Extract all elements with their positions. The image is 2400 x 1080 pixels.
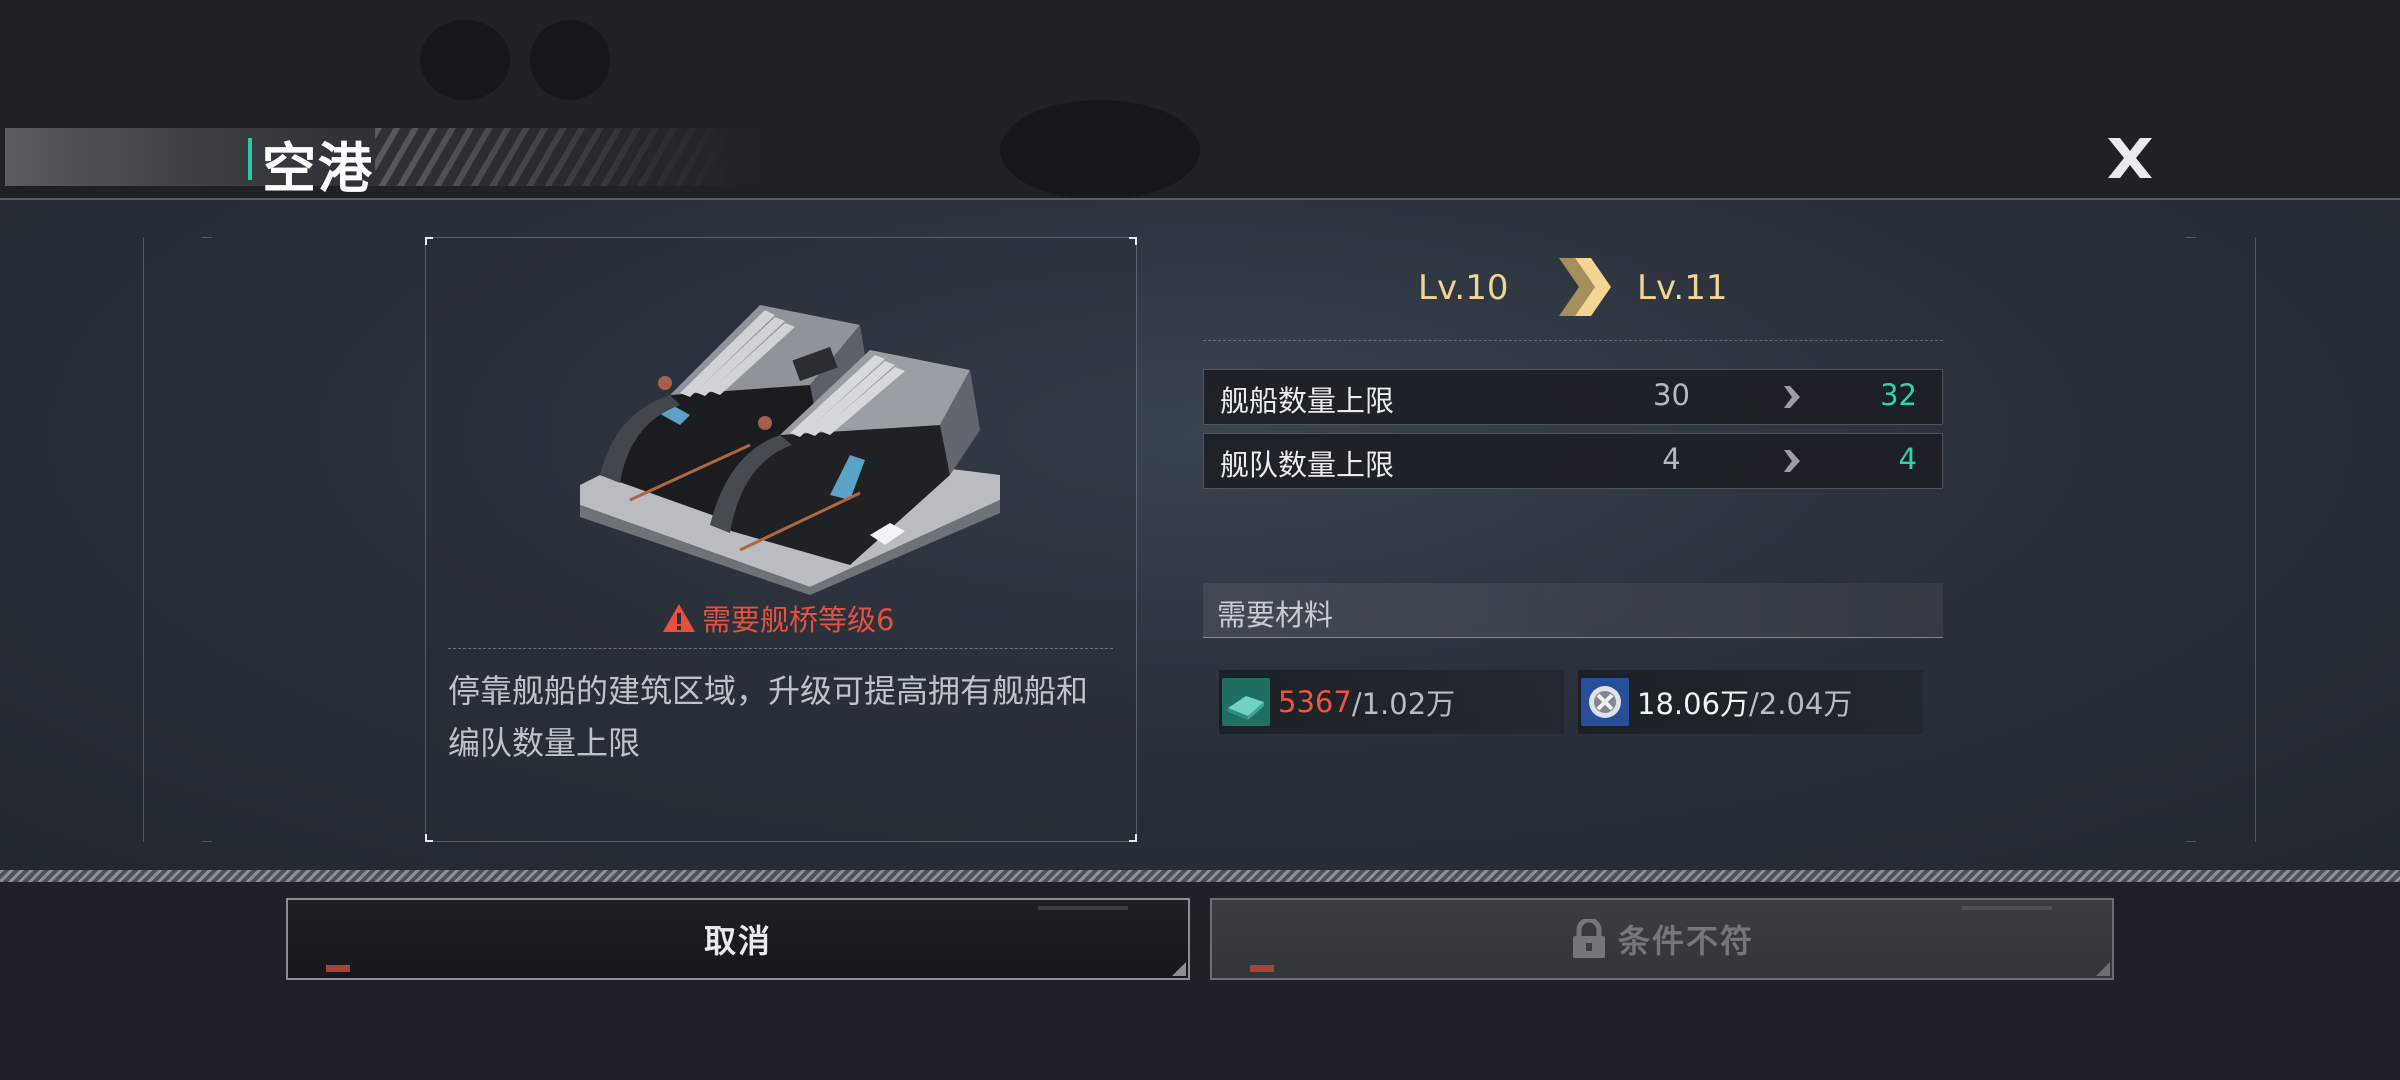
building-description: 停靠舰船的建筑区域，升级可提高拥有舰船和编队数量上限 [448, 672, 1089, 762]
materials-header-label: 需要材料 [1217, 598, 1334, 632]
stat-current-value: 4 [1662, 442, 1681, 476]
lock-icon [1572, 919, 1605, 958]
stat-next-value: 4 [1898, 442, 1917, 476]
page-title: 空港 [262, 137, 374, 200]
warning-icon [663, 604, 695, 632]
level-next: Lv.11 [1637, 268, 1728, 308]
cancel-button[interactable]: 取消 [286, 898, 1190, 980]
upgrade-panel [0, 198, 2400, 870]
double-chevron-right-icon [1559, 258, 1611, 316]
stat-label: 舰船数量上限 [1220, 384, 1395, 418]
disabled-button-label: 条件不符 [1617, 922, 1754, 960]
close-icon [2108, 138, 2152, 178]
title-accent [248, 138, 252, 180]
cancel-button-label: 取消 [703, 922, 772, 960]
close-button[interactable] [2100, 128, 2160, 188]
material-item[interactable]: 5367 /1.02万 [1219, 670, 1564, 734]
frame-line-right [2255, 237, 2256, 842]
frame-tick [202, 237, 212, 238]
frame-line-left [143, 237, 144, 842]
stat-row-fleet-limit: 舰队数量上限 4 4 [1203, 433, 1943, 489]
divider [448, 648, 1113, 649]
ore-material-icon [1222, 678, 1270, 726]
chevron-right-icon [1784, 450, 1800, 472]
stat-row-ship-limit: 舰船数量上限 30 32 [1203, 369, 1943, 425]
material-have: 5367 [1278, 685, 1352, 719]
level-current: Lv.10 [1418, 268, 1509, 308]
frame-tick [2186, 237, 2196, 238]
warning-text: 需要舰桥等级6 [702, 603, 895, 637]
stat-label: 舰队数量上限 [1220, 448, 1395, 482]
title-bar [5, 128, 775, 186]
chevron-right-icon [1784, 386, 1800, 408]
stat-current-value: 30 [1653, 378, 1690, 412]
divider [1203, 340, 1943, 341]
hangar-building-image [580, 305, 1000, 595]
material-need: /2.04万 [1749, 687, 1853, 721]
materials-header: 需要材料 [1203, 583, 1943, 638]
requirement-warning: 需要舰桥等级6 [662, 598, 894, 638]
frame-tick [2186, 841, 2196, 842]
material-item[interactable]: 18.06万 /2.04万 [1578, 670, 1923, 734]
alloy-coin-icon [1581, 678, 1629, 726]
frame-tick [202, 841, 212, 842]
material-need: /1.02万 [1351, 687, 1456, 721]
stat-next-value: 32 [1880, 378, 1917, 412]
panel-divider [0, 870, 2400, 882]
material-have: 18.06万 [1637, 687, 1750, 721]
upgrade-button-disabled[interactable]: 条件不符 [1210, 898, 2114, 980]
